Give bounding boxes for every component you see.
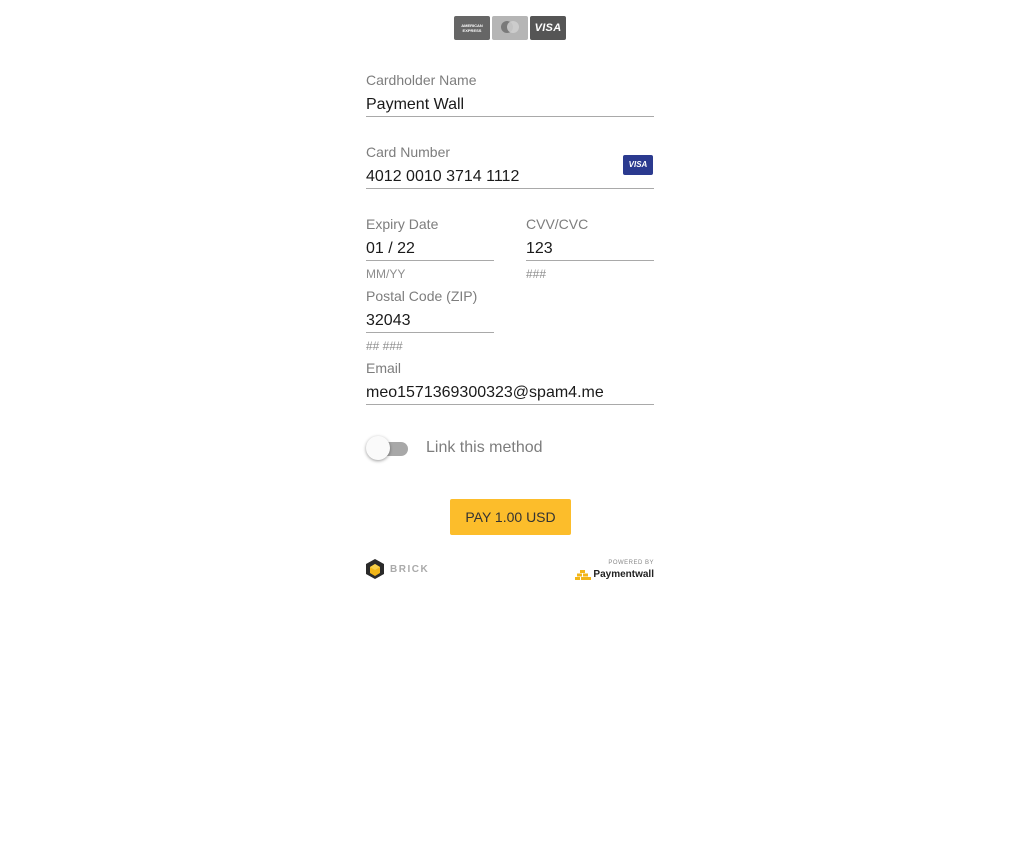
cvv-label: CVV/CVC <box>526 216 589 232</box>
postal-code-hint: ## ### <box>366 339 403 353</box>
postal-code-field: Postal Code (ZIP) 32043 ## ### <box>366 288 494 353</box>
cardholder-name-label: Cardholder Name <box>366 72 477 88</box>
expiry-date-label: Expiry Date <box>366 216 439 232</box>
expiry-date-input[interactable]: 01 / 22 <box>366 238 494 261</box>
amex-line2: EXPRESS <box>462 28 482 33</box>
cvv-input[interactable]: 123 <box>526 238 654 261</box>
link-method-row: Link this method <box>366 435 543 461</box>
link-method-label: Link this method <box>426 439 543 456</box>
postal-code-input[interactable]: 32043 <box>366 310 494 333</box>
card-number-input[interactable]: 4012 0010 3714 1112 VISA <box>366 155 654 189</box>
postal-code-label: Postal Code (ZIP) <box>366 288 478 304</box>
accepted-card-brands: AMERICAN EXPRESS VISA <box>454 16 566 40</box>
mastercard-logo-icon <box>492 16 528 40</box>
email-label: Email <box>366 360 402 376</box>
brick-logo-icon <box>366 559 384 579</box>
visa-card-icon: VISA <box>623 155 653 175</box>
email-input[interactable]: meo1571369300323@spam4.me <box>366 382 654 405</box>
amex-logo-icon: AMERICAN EXPRESS <box>454 16 490 40</box>
cardholder-name-field: Cardholder Name Payment Wall <box>366 72 654 117</box>
pay-button[interactable]: PAY 1.00 USD <box>450 499 571 535</box>
card-number-field: Card Number 4012 0010 3714 1112 VISA <box>366 144 654 189</box>
email-field: Email meo1571369300323@spam4.me <box>366 360 654 405</box>
powered-by-label: POWERED BY <box>608 560 654 566</box>
cvv-field: CVV/CVC 123 ### <box>526 216 654 281</box>
cardholder-name-input[interactable]: Payment Wall <box>366 94 654 117</box>
paymentwall-logo-icon <box>575 569 592 580</box>
expiry-date-hint: MM/YY <box>366 267 406 281</box>
paymentwall-branding: POWERED BY Paymentwall <box>572 560 654 580</box>
brick-branding: BRICK <box>366 559 429 579</box>
card-number-label: Card Number <box>366 144 451 160</box>
link-method-toggle[interactable] <box>366 435 410 461</box>
brick-label: BRICK <box>390 563 430 575</box>
paymentwall-label: Paymentwall <box>593 569 654 580</box>
cvv-hint: ### <box>526 267 547 281</box>
expiry-date-field: Expiry Date 01 / 22 MM/YY <box>366 216 494 281</box>
visa-logo-icon: VISA <box>530 16 566 40</box>
card-number-value: 4012 0010 3714 1112 <box>366 168 520 185</box>
